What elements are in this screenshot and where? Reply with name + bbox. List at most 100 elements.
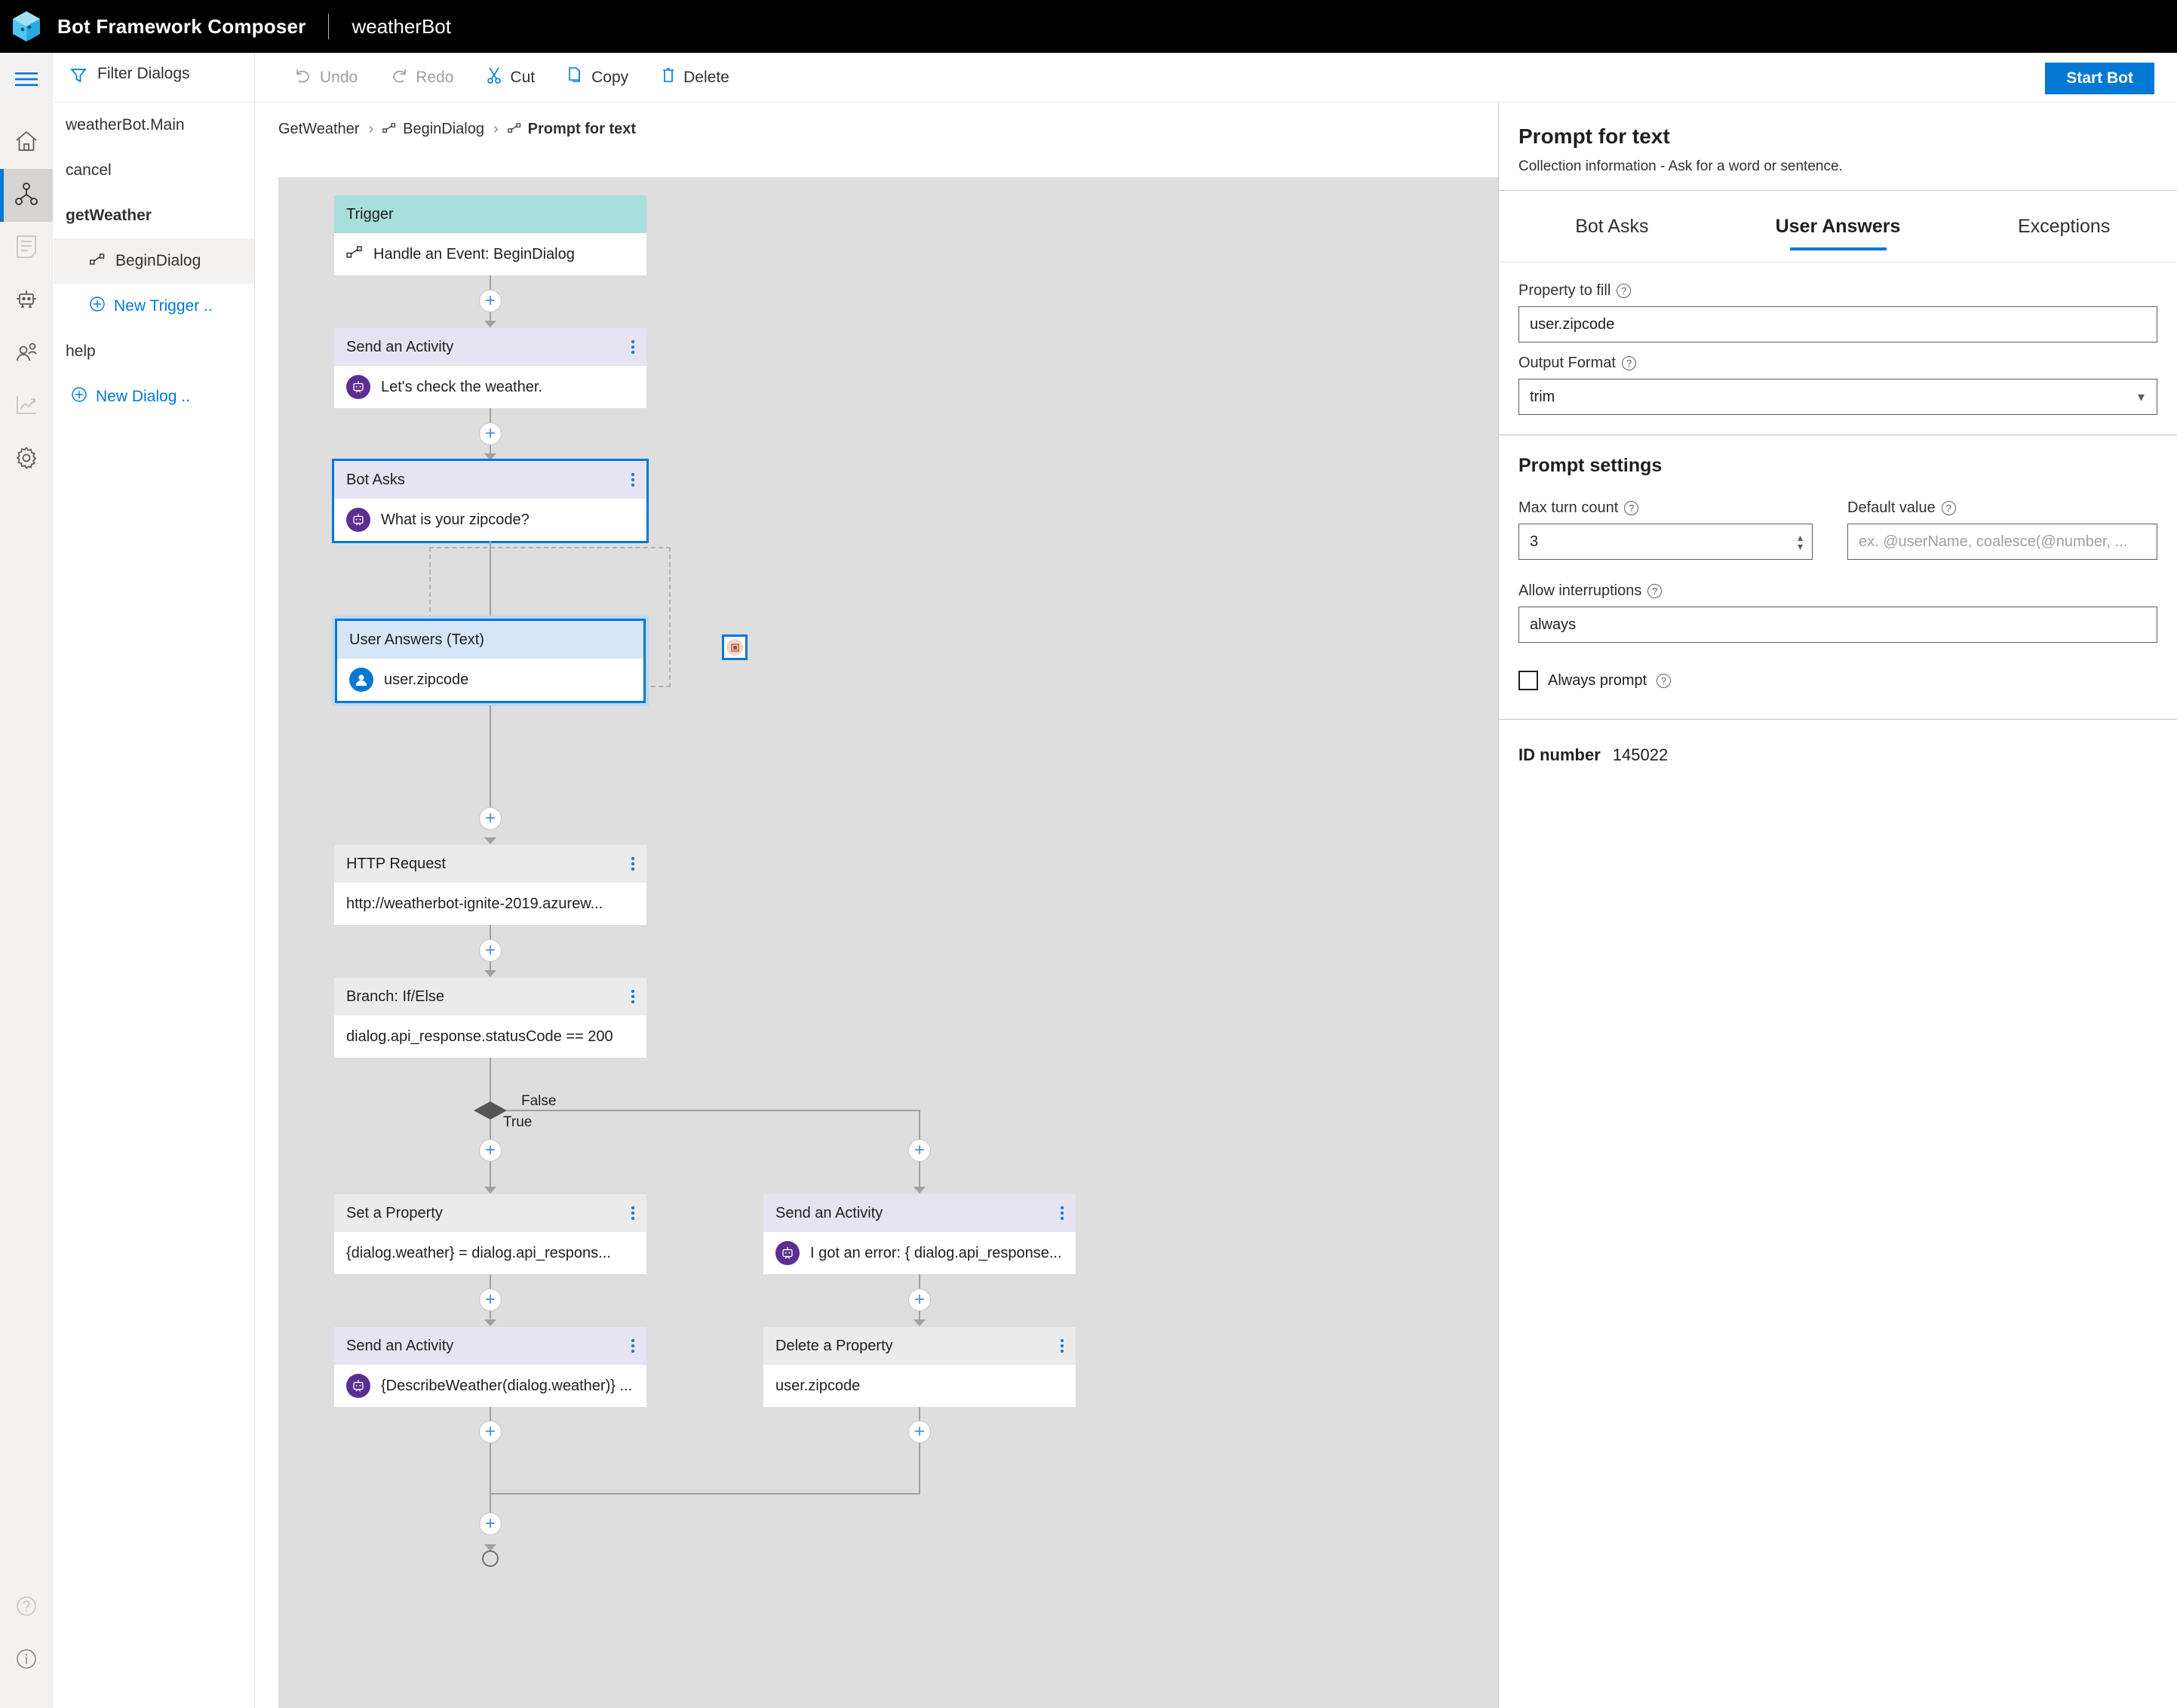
max-turn-count-stepper[interactable]: 3 ▴ ▾ bbox=[1518, 524, 1813, 560]
cut-label: Cut bbox=[510, 68, 536, 86]
add-node-button[interactable]: + bbox=[479, 1513, 502, 1535]
node-header: Bot Asks bbox=[334, 461, 646, 499]
sidebar-item-home[interactable] bbox=[0, 116, 53, 169]
flow-node-branch-if-else[interactable]: Branch: If/Else dialog.api_response.stat… bbox=[334, 978, 646, 1058]
sidebar-item-evaluate-performance[interactable] bbox=[0, 380, 53, 433]
tab-user-answers[interactable]: User Answers bbox=[1725, 191, 1951, 263]
flow-edge bbox=[490, 1493, 920, 1494]
node-menu-icon[interactable] bbox=[1061, 1206, 1064, 1220]
bot-avatar-icon bbox=[775, 1241, 800, 1265]
add-node-button[interactable]: + bbox=[479, 422, 502, 445]
help-icon[interactable]: ? bbox=[1657, 673, 1672, 688]
add-node-button[interactable]: + bbox=[479, 290, 502, 312]
new-trigger-button[interactable]: New Trigger .. bbox=[54, 284, 254, 329]
node-menu-icon[interactable] bbox=[1061, 1339, 1064, 1353]
analytics-icon bbox=[15, 395, 38, 419]
chevron-down-icon[interactable]: ▾ bbox=[1798, 541, 1803, 551]
dialog-item-begindialog[interactable]: BeginDialog bbox=[54, 238, 254, 284]
id-number-label: ID number bbox=[1518, 745, 1601, 764]
dialog-item-getweather[interactable]: getWeather bbox=[54, 193, 254, 238]
flow-node-send-activity-1[interactable]: Send an Activity Let's check the weather… bbox=[334, 328, 646, 408]
about-button[interactable] bbox=[0, 1634, 53, 1687]
hamburger-menu-icon[interactable] bbox=[0, 53, 53, 106]
output-format-select[interactable]: trim ▾ bbox=[1518, 379, 2157, 415]
tab-bot-asks[interactable]: Bot Asks bbox=[1499, 191, 1725, 263]
flow-node-http-request[interactable]: HTTP Request http://weatherbot-ignite-20… bbox=[334, 845, 646, 925]
dialog-item-weatherbot-main[interactable]: weatherBot.Main bbox=[54, 103, 254, 148]
filter-dialogs-button[interactable]: Filter Dialogs bbox=[54, 53, 254, 103]
add-node-button[interactable]: + bbox=[908, 1421, 931, 1443]
sidebar-item-settings[interactable] bbox=[0, 433, 53, 486]
add-node-button[interactable]: + bbox=[908, 1139, 931, 1162]
undo-icon bbox=[295, 68, 312, 88]
copy-button[interactable]: Copy bbox=[551, 53, 645, 103]
help-icon[interactable]: ? bbox=[1621, 356, 1636, 370]
flow-node-delete-property[interactable]: Delete a Property user.zipcode bbox=[763, 1327, 1076, 1407]
help-icon[interactable]: ? bbox=[1941, 501, 1956, 515]
undo-button[interactable]: Undo bbox=[278, 53, 374, 103]
dialog-item-cancel[interactable]: cancel bbox=[54, 148, 254, 193]
output-format-label: Output Format ? bbox=[1518, 355, 2157, 372]
help-icon bbox=[16, 1596, 37, 1620]
property-to-fill-label: Property to fill ? bbox=[1518, 282, 2157, 300]
redo-label: Redo bbox=[416, 68, 454, 86]
always-prompt-row[interactable]: Always prompt ? bbox=[1518, 671, 2157, 690]
flow-node-send-activity-true[interactable]: Send an Activity {DescribeWeather(dialog… bbox=[334, 1327, 646, 1407]
node-menu-icon[interactable] bbox=[631, 1206, 634, 1220]
breadcrumb-chevron-icon: › bbox=[493, 120, 499, 137]
node-text: {DescribeWeather(dialog.weather)} ... bbox=[381, 1377, 633, 1394]
sidebar-item-bot-responses[interactable] bbox=[0, 222, 53, 275]
node-menu-icon[interactable] bbox=[631, 990, 634, 1003]
node-header: Send an Activity bbox=[334, 328, 646, 366]
dialog-item-help[interactable]: help bbox=[54, 329, 254, 374]
start-bot-button[interactable]: Start Bot bbox=[2045, 63, 2154, 94]
node-menu-icon[interactable] bbox=[631, 1339, 634, 1353]
breadcrumb-item-getweather[interactable]: GetWeather bbox=[278, 121, 359, 138]
breadcrumb-item-prompt-for-text[interactable]: Prompt for text bbox=[507, 121, 636, 138]
cut-button[interactable]: Cut bbox=[470, 53, 551, 103]
flow-node-set-property[interactable]: Set a Property {dialog.weather} = dialog… bbox=[334, 1194, 646, 1274]
stepper-arrows-icon[interactable]: ▴ ▾ bbox=[1798, 532, 1803, 551]
help-button[interactable] bbox=[0, 1581, 53, 1634]
new-dialog-button[interactable]: New Dialog .. bbox=[54, 374, 254, 419]
property-to-fill-input[interactable]: user.zipcode bbox=[1518, 306, 2157, 343]
dialog-canvas[interactable]: Trigger Handle an Event: BeginDialog + S… bbox=[256, 155, 1498, 1708]
node-menu-icon[interactable] bbox=[631, 473, 634, 487]
redo-button[interactable]: Redo bbox=[374, 53, 470, 103]
breadcrumb-item-begindialog[interactable]: BeginDialog bbox=[382, 121, 484, 138]
info-icon bbox=[16, 1648, 37, 1673]
max-turn-count-label: Max turn count ? bbox=[1518, 499, 1813, 517]
flow-node-user-answers[interactable]: User Answers (Text) user.zipcode bbox=[335, 619, 646, 703]
flow-node-bot-asks[interactable]: Bot Asks What is your zipcode? bbox=[332, 459, 649, 543]
allow-interruptions-input[interactable]: always bbox=[1518, 607, 2157, 643]
sidebar-item-skills[interactable] bbox=[0, 327, 53, 380]
sidebar-item-design[interactable] bbox=[0, 169, 53, 222]
add-node-button[interactable]: + bbox=[908, 1289, 931, 1311]
dialog-flow-icon bbox=[14, 182, 38, 210]
add-node-button[interactable]: + bbox=[479, 807, 502, 830]
command-bar: Undo Redo Cut Copy Delete Start Bot bbox=[256, 53, 2177, 103]
add-node-button[interactable]: + bbox=[479, 1421, 502, 1443]
default-value-input[interactable]: ex. @userName, coalesce(@number, ... bbox=[1847, 524, 2157, 560]
node-menu-icon[interactable] bbox=[631, 857, 634, 871]
flow-end-node bbox=[482, 1550, 499, 1567]
exception-node-icon[interactable] bbox=[722, 634, 748, 660]
add-node-button[interactable]: + bbox=[479, 939, 502, 962]
add-node-button[interactable]: + bbox=[479, 1289, 502, 1311]
trigger-flow-icon bbox=[507, 121, 521, 138]
help-icon[interactable]: ? bbox=[1624, 501, 1639, 515]
help-icon[interactable]: ? bbox=[1647, 584, 1663, 598]
flow-node-send-activity-false[interactable]: Send an Activity I got an error: { dialo… bbox=[763, 1194, 1076, 1274]
default-value-label: Default value ? bbox=[1847, 499, 2157, 517]
output-format-group: Output Format ? trim ▾ bbox=[1499, 343, 2177, 415]
always-prompt-checkbox[interactable] bbox=[1518, 671, 1538, 690]
flow-node-trigger[interactable]: Trigger Handle an Event: BeginDialog bbox=[334, 195, 646, 275]
node-header: Delete a Property bbox=[763, 1327, 1076, 1365]
tab-exceptions[interactable]: Exceptions bbox=[1951, 191, 2177, 263]
help-icon[interactable]: ? bbox=[1617, 284, 1632, 298]
sidebar-item-user-input[interactable] bbox=[0, 275, 53, 327]
delete-button[interactable]: Delete bbox=[645, 53, 746, 103]
add-node-button[interactable]: + bbox=[479, 1139, 502, 1162]
node-header: Send an Activity bbox=[763, 1194, 1076, 1232]
node-menu-icon[interactable] bbox=[631, 340, 634, 354]
